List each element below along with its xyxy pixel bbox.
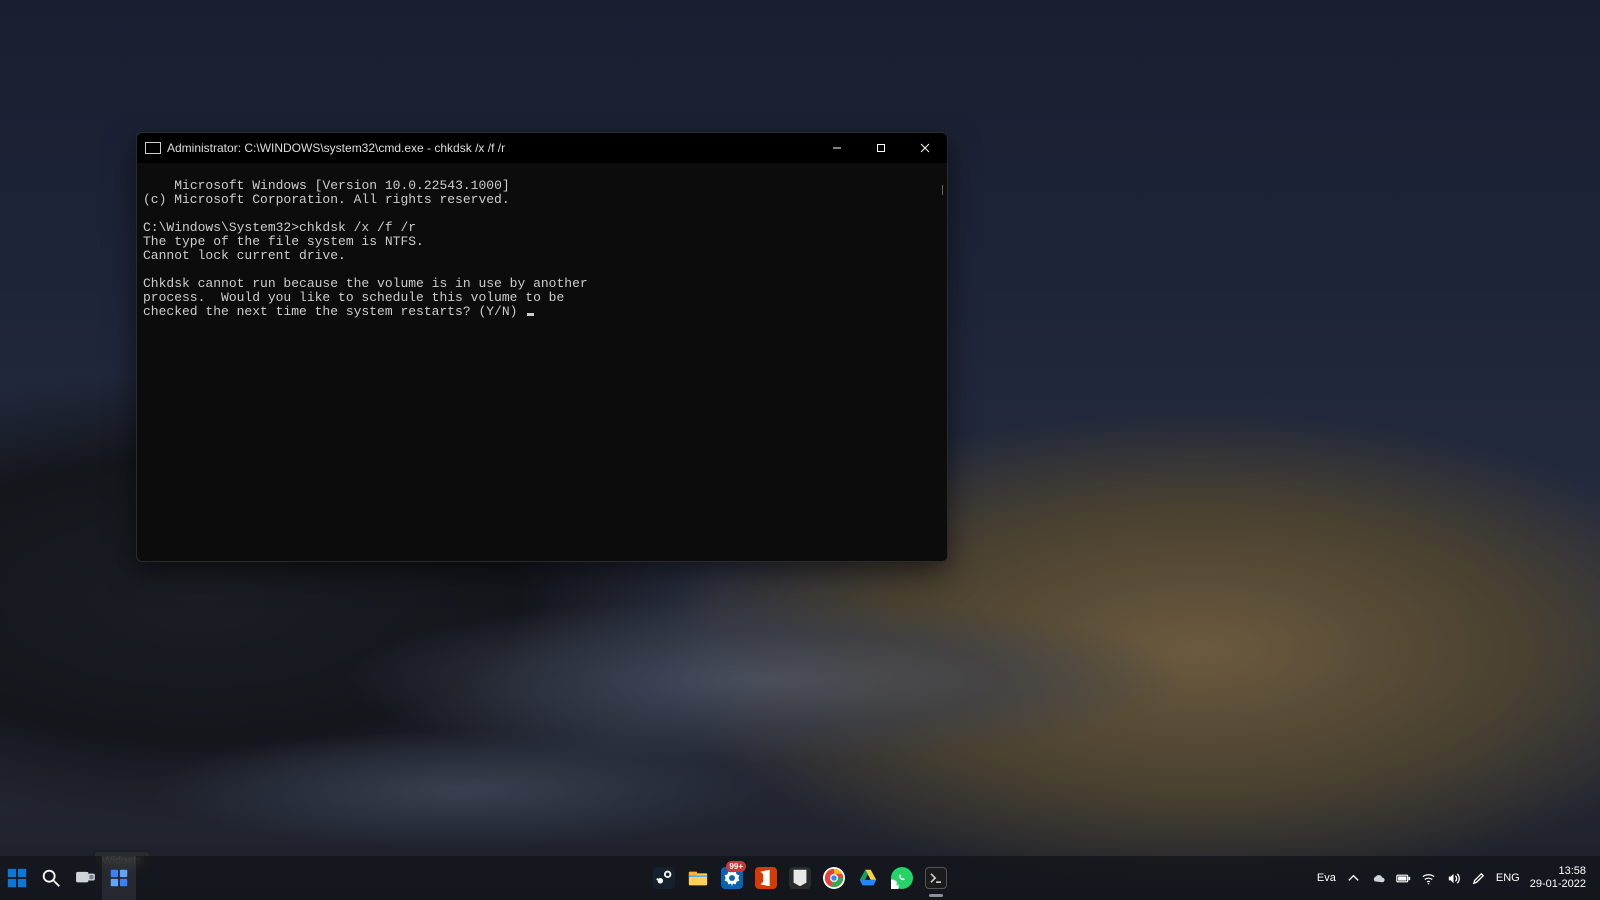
taskbar-app-chrome[interactable]: [817, 856, 851, 900]
tray-volume-icon[interactable]: [1446, 871, 1461, 886]
cmd-window: Administrator: C:\WINDOWS\system32\cmd.e…: [136, 132, 948, 562]
cursor-icon: [527, 313, 534, 316]
minimize-button[interactable]: [815, 133, 859, 163]
terminal-text: Microsoft Windows [Version 10.0.22543.10…: [143, 178, 588, 319]
close-button[interactable]: [903, 133, 947, 163]
window-title: Administrator: C:\WINDOWS\system32\cmd.e…: [167, 141, 505, 155]
scrollbar-thumb[interactable]: [942, 185, 943, 195]
taskbar: 99+ Eva ENG 13:58: [0, 856, 1600, 900]
tray-chevron-up-icon[interactable]: [1346, 871, 1361, 886]
taskbar-app-epic[interactable]: [783, 856, 817, 900]
maximize-button[interactable]: [859, 133, 903, 163]
settings-badge: 99+: [726, 861, 746, 872]
taskbar-app-settings[interactable]: 99+: [715, 856, 749, 900]
taskbar-app-cmd[interactable]: [919, 856, 953, 900]
tray-pen-icon[interactable]: [1471, 871, 1486, 886]
tray-clock[interactable]: 13:58 29-01-2022: [1530, 865, 1586, 891]
taskview-button[interactable]: [68, 856, 102, 900]
tray-user-hint: Eva: [1317, 872, 1336, 884]
titlebar[interactable]: Administrator: C:\WINDOWS\system32\cmd.e…: [137, 133, 947, 163]
taskbar-app-steam[interactable]: [647, 856, 681, 900]
taskbar-center: 99+: [647, 856, 953, 900]
start-button[interactable]: [0, 856, 34, 900]
terminal-output[interactable]: Microsoft Windows [Version 10.0.22543.10…: [137, 163, 947, 561]
tray-date: 29-01-2022: [1530, 878, 1586, 891]
taskbar-app-office[interactable]: [749, 856, 783, 900]
tray-time: 13:58: [1530, 865, 1586, 878]
taskbar-app-whatsapp[interactable]: [885, 856, 919, 900]
tray-wifi-icon[interactable]: [1421, 871, 1436, 886]
taskbar-app-file-explorer[interactable]: [681, 856, 715, 900]
widgets-button[interactable]: [102, 856, 136, 900]
tray-language[interactable]: ENG: [1496, 872, 1520, 884]
taskbar-left: [0, 856, 136, 900]
tray-battery-icon[interactable]: [1396, 871, 1411, 886]
cmd-icon: [145, 142, 161, 154]
search-button[interactable]: [34, 856, 68, 900]
taskbar-app-drive[interactable]: [851, 856, 885, 900]
system-tray: Eva ENG 13:58 29-01-2022: [1317, 865, 1600, 891]
tray-onedrive-icon[interactable]: [1371, 871, 1386, 886]
